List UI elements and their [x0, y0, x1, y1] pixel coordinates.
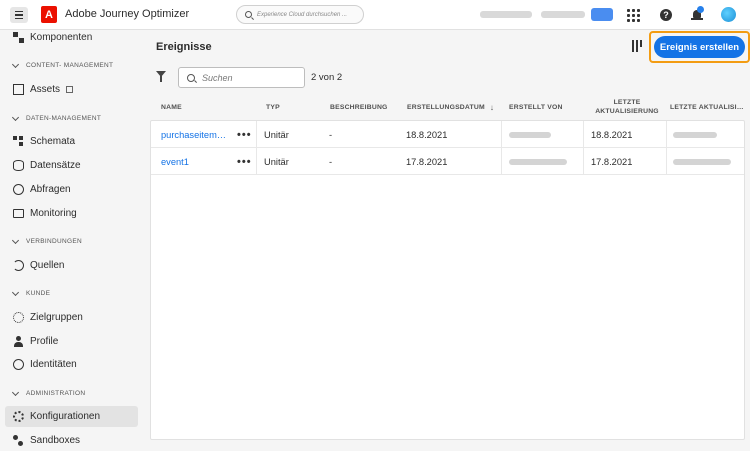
column-header-last-updated-by[interactable]: LETZTE AKTUALISI… [670, 94, 744, 120]
monitor-icon [13, 209, 24, 218]
profile-icon [13, 336, 24, 347]
blocks-icon [13, 32, 24, 43]
org-switcher[interactable] [480, 11, 532, 18]
identity-icon [13, 359, 24, 370]
search-icon [245, 11, 252, 18]
event-created-date: 17.8.2021 [406, 156, 448, 167]
column-header-type[interactable]: TYP [266, 94, 280, 120]
sidebar-item-datensaetze[interactable]: Datensätze [5, 155, 138, 176]
sidebar-item-profile[interactable]: Profile [5, 331, 138, 352]
more-actions-icon[interactable]: ••• [237, 148, 252, 175]
sidebar-item-konfigurationen[interactable]: Konfigurationen [5, 406, 138, 427]
created-by-redacted [509, 148, 567, 175]
section-heading-admin[interactable]: ADMINISTRATION [11, 388, 85, 397]
event-type: Unitär [264, 156, 289, 167]
table-row[interactable]: purchaseitem… ••• Unitär - 18.8.2021 18.… [151, 121, 744, 148]
column-header-created-by[interactable]: ERSTELLT VON [509, 94, 563, 120]
chevron-down-icon [11, 236, 20, 244]
create-event-button[interactable]: Ereignis erstellen [654, 36, 745, 58]
main-panel: Ereignisse Ereignis erstellen Suchen 2 v… [145, 30, 750, 451]
column-header-name[interactable]: NAME [161, 94, 182, 120]
section-heading-connections[interactable]: VERBINDUNGEN [11, 236, 82, 245]
top-bar: A Adobe Journey Optimizer Experience Clo… [0, 0, 750, 30]
sidebar-item-sandboxes[interactable]: Sandboxes [5, 430, 138, 451]
gear-icon [13, 411, 24, 422]
chevron-down-icon [11, 288, 20, 296]
filter-icon[interactable] [156, 71, 166, 82]
event-description: - [329, 156, 333, 167]
environment-badge [591, 8, 613, 21]
event-updated-date: 18.8.2021 [591, 129, 633, 140]
assets-icon [13, 84, 24, 95]
chevron-down-icon [11, 113, 20, 121]
column-settings-icon[interactable] [632, 40, 645, 52]
page-title: Ereignisse [156, 41, 212, 53]
apps-icon[interactable] [625, 7, 641, 23]
column-header-created[interactable]: ERSTELLUNGSDATUM ↓ [407, 94, 494, 120]
sidebar-item-zielgruppen[interactable]: Zielgruppen [5, 307, 138, 328]
sort-descending-icon: ↓ [489, 102, 495, 112]
schema-icon [13, 136, 24, 147]
event-created-date: 18.8.2021 [406, 129, 448, 140]
sidebar-item-komponenten[interactable]: Komponenten [5, 27, 138, 48]
notification-badge [697, 6, 704, 13]
app-title[interactable]: Adobe Journey Optimizer [65, 8, 189, 20]
section-heading-data[interactable]: DATEN-MANAGEMENT [11, 113, 101, 122]
updated-by-redacted [673, 148, 731, 175]
table-search-input[interactable]: Suchen [178, 67, 305, 88]
menu-icon[interactable] [10, 7, 28, 23]
source-icon [13, 260, 24, 271]
global-search-input[interactable]: Experience Cloud durchsuchen ... [236, 5, 364, 24]
column-header-last-updated[interactable]: LETZTE AKTUALISIERUNG [592, 94, 662, 120]
event-description: - [329, 129, 333, 140]
event-type: Unitär [264, 129, 289, 140]
sidebar-item-monitoring[interactable]: Monitoring [5, 203, 138, 224]
adobe-logo[interactable]: A [41, 6, 57, 23]
table-body: purchaseitem… ••• Unitär - 18.8.2021 18.… [150, 120, 745, 440]
section-heading-customer[interactable]: KUNDE [11, 288, 50, 297]
sidebar-item-assets[interactable]: Assets [5, 79, 138, 100]
global-search-placeholder: Experience Cloud durchsuchen ... [257, 11, 348, 18]
audience-icon [13, 312, 24, 323]
table-row[interactable]: event1 ••• Unitär - 17.8.2021 17.8.2021 [151, 148, 744, 175]
sidebar-item-schemata[interactable]: Schemata [5, 131, 138, 152]
sandbox-icon [13, 435, 24, 446]
chevron-down-icon [11, 60, 20, 68]
event-name-link[interactable]: purchaseitem… [161, 121, 226, 148]
sandbox-switcher[interactable] [541, 11, 585, 18]
event-name-link[interactable]: event1 [161, 148, 189, 175]
table-search-placeholder: Suchen [202, 72, 233, 83]
external-link-icon [66, 86, 74, 93]
event-updated-date: 17.8.2021 [591, 156, 633, 167]
query-icon [13, 184, 24, 195]
result-count: 2 von 2 [311, 72, 343, 83]
more-actions-icon[interactable]: ••• [237, 121, 252, 148]
updated-by-redacted [673, 121, 717, 148]
sidebar-item-identitaeten[interactable]: Identitäten [5, 354, 138, 375]
search-icon [187, 73, 195, 82]
sidebar-item-quellen[interactable]: Quellen [5, 255, 138, 276]
section-heading-content[interactable]: CONTENT- MANAGEMENT [11, 60, 113, 69]
column-header-description[interactable]: BESCHREIBUNG [330, 94, 388, 120]
help-icon[interactable]: ? [658, 7, 674, 23]
database-icon [13, 160, 24, 171]
sidebar-item-abfragen[interactable]: Abfragen [5, 179, 138, 200]
sidebar: Komponenten CONTENT- MANAGEMENT Assets D… [0, 30, 145, 451]
chevron-down-icon [11, 388, 20, 396]
avatar[interactable] [721, 7, 736, 22]
table-header: NAME TYP BESCHREIBUNG ERSTELLUNGSDATUM ↓… [150, 94, 745, 120]
created-by-redacted [509, 121, 551, 148]
events-table: NAME TYP BESCHREIBUNG ERSTELLUNGSDATUM ↓… [150, 94, 745, 440]
create-button-highlight: Ereignis erstellen [649, 31, 750, 63]
